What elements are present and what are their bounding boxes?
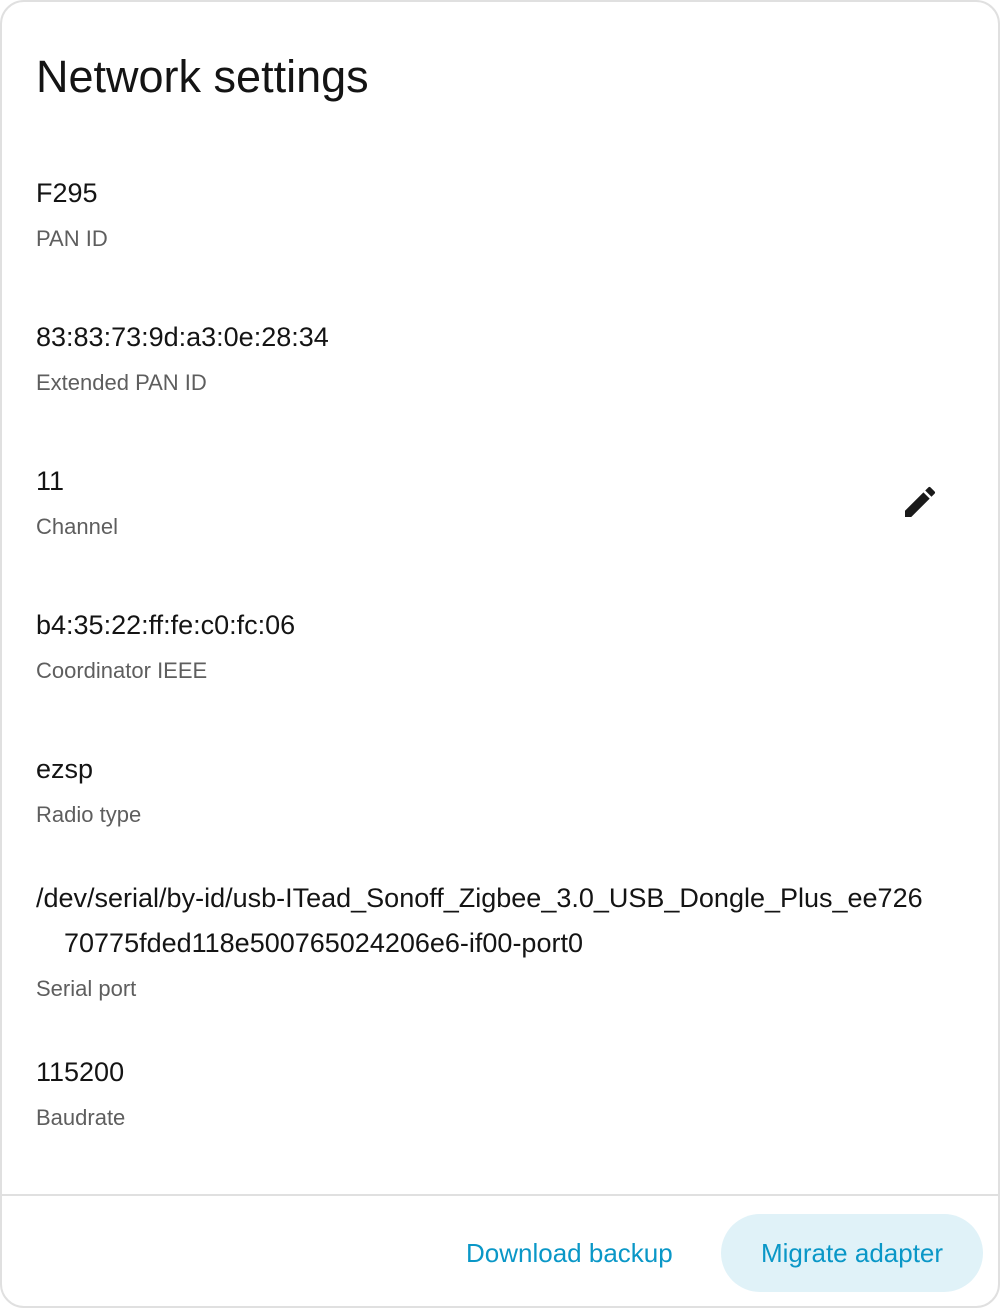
setting-value: /dev/serial/by-id/usb-ITead_Sonoff_Zigbe… (36, 883, 923, 958)
setting-extended-pan-id: 83:83:73:9d:a3:0e:28:34 Extended PAN ID (36, 315, 936, 405)
setting-value: b4:35:22:ff:fe:c0:fc:06 (36, 610, 296, 640)
setting-label: PAN ID (36, 226, 108, 251)
setting-radio-type: ezsp Radio type (36, 747, 936, 837)
network-settings-card: Network settings F295 PAN ID 83:83:73:9d… (0, 0, 1000, 1308)
setting-label: Baudrate (36, 1105, 126, 1130)
pencil-icon (905, 486, 936, 517)
setting-label: Extended PAN ID (36, 370, 207, 395)
setting-label: Channel (36, 514, 118, 539)
setting-value: 83:83:73:9d:a3:0e:28:34 (36, 322, 329, 352)
setting-baudrate: 115200 Baudrate (36, 1050, 936, 1140)
actions-divider (2, 1194, 998, 1196)
setting-label: Serial port (36, 976, 137, 1001)
setting-pan-id: F295 PAN ID (36, 171, 936, 261)
setting-label: Radio type (36, 802, 142, 827)
download-backup-button[interactable]: Download backup (448, 1214, 691, 1292)
setting-serial-port: /dev/serial/by-id/usb-ITead_Sonoff_Zigbe… (36, 876, 936, 1011)
setting-channel: 11 Channel (36, 459, 936, 549)
setting-value: 115200 (36, 1057, 125, 1087)
setting-value: F295 (36, 178, 98, 208)
setting-coordinator-ieee: b4:35:22:ff:fe:c0:fc:06 Coordinator IEEE (36, 603, 936, 693)
setting-value: 11 (36, 466, 65, 496)
migrate-adapter-button[interactable]: Migrate adapter (721, 1214, 983, 1292)
edit-channel-button[interactable] (890, 472, 950, 532)
setting-label: Coordinator IEEE (36, 658, 208, 683)
card-title: Network settings (36, 51, 369, 102)
setting-value: ezsp (36, 754, 94, 784)
